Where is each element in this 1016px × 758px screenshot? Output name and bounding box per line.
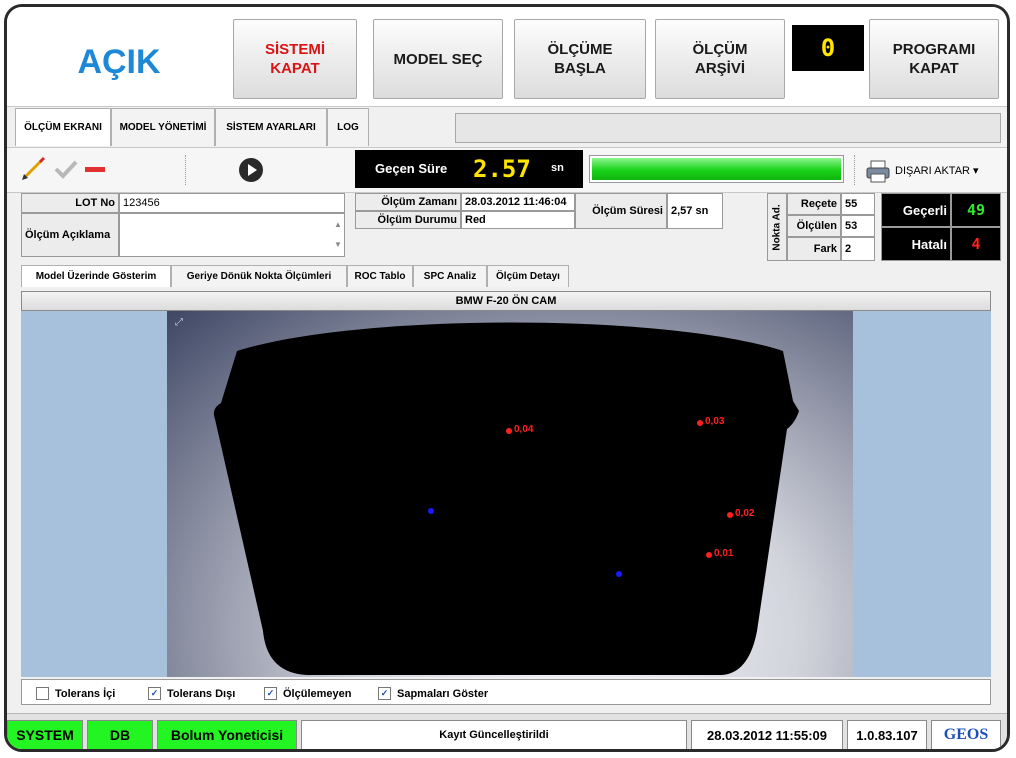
recipe-label: Reçete (787, 193, 841, 215)
printer-icon[interactable] (865, 159, 891, 183)
measure-duration-label: Ölçüm Süresi (575, 193, 667, 229)
valid-label: Geçerli (881, 193, 951, 227)
progress-bar (589, 155, 844, 183)
status-message: Kayıt Güncelleştirildi (301, 720, 687, 749)
unmeasured-point[interactable] (428, 508, 434, 514)
lot-value[interactable]: 123456 (119, 193, 345, 213)
tab-log[interactable]: LOG (327, 108, 369, 146)
description-scrollbar[interactable]: ▲ ▼ (333, 215, 343, 255)
checkbox-box[interactable]: ✓ (264, 687, 277, 700)
close-program-button[interactable]: PROGRAMI KAPAT (869, 19, 999, 99)
unmeasured-checkbox[interactable]: ✓ Ölçülemeyen (264, 687, 351, 700)
measurement-point[interactable] (506, 428, 512, 434)
measured-value: 53 (841, 215, 875, 237)
measure-time-label: Ölçüm Zamanı (355, 193, 461, 211)
counter-display: 0 (792, 25, 864, 71)
start-measure-button[interactable]: ÖLÇÜME BAŞLA (514, 19, 646, 99)
checkbox-label: Sapmaları Göster (397, 687, 489, 700)
app-window: AÇIK SİSTEMİ KAPAT MODEL SEÇ ÖLÇÜME BAŞL… (4, 4, 1010, 752)
header: AÇIK SİSTEMİ KAPAT MODEL SEÇ ÖLÇÜME BAŞL… (7, 7, 1007, 107)
archive-button[interactable]: ÖLÇÜM ARŞİVİ (655, 19, 785, 99)
tab-measurement-screen[interactable]: ÖLÇÜM EKRANI (15, 108, 111, 146)
measurement-point[interactable] (706, 552, 712, 558)
status-role: Bolum Yoneticisi (157, 720, 297, 749)
elapsed-unit: sn (551, 162, 564, 174)
minus-icon[interactable] (85, 167, 105, 172)
measure-duration-value: 2,57 sn (667, 193, 723, 229)
measurement-point-label: 0,02 (735, 508, 755, 519)
invalid-value: 4 (951, 227, 1001, 261)
toolbar-separator (185, 155, 186, 185)
main-tabs: ÖLÇÜM EKRANI MODEL YÖNETİMİ SİSTEM AYARL… (7, 108, 1007, 146)
system-state: AÇIK (77, 42, 161, 81)
measure-time-value: 28.03.2012 11:46:04 (461, 193, 575, 211)
filter-checkboxes: Tolerans İçi ✓ Tolerans Dışı ✓ Ölçülemeyen… (21, 679, 991, 705)
measurement-point-label: 0,04 (514, 424, 534, 435)
subtab-measure-detail[interactable]: Ölçüm Detayı (487, 265, 569, 287)
brand-logo: GEOS (931, 720, 1001, 749)
subtab-roc-table[interactable]: ROC Tablo (347, 265, 413, 287)
status-db: DB (87, 720, 153, 749)
checkbox-label: Tolerans İçi (55, 687, 116, 700)
measurement-point[interactable] (697, 420, 703, 426)
valid-value: 49 (951, 193, 1001, 227)
points-title: Nokta Ad. (771, 203, 783, 251)
measured-label: Ölçülen (787, 215, 841, 237)
export-button[interactable]: DIŞARI AKTAR ▾ (895, 164, 979, 177)
unmeasured-point[interactable] (616, 571, 622, 577)
check-icon[interactable] (53, 157, 79, 181)
description-label: Ölçüm Açıklama (21, 213, 119, 257)
subtab-model-view[interactable]: Model Üzerinde Gösterim (21, 265, 171, 287)
toolbar-separator (854, 155, 855, 185)
measure-status-label: Ölçüm Durumu (355, 211, 461, 229)
elapsed-time-panel: Geçen Süre 2.57 sn (355, 150, 583, 188)
tab-model-management[interactable]: MODEL YÖNETİMİ (111, 108, 215, 146)
subtab-history[interactable]: Geriye Dönük Nokta Ölçümleri (171, 265, 347, 287)
select-model-button[interactable]: MODEL SEÇ (373, 19, 503, 99)
subtab-spc-analysis[interactable]: SPC Analiz (413, 265, 487, 287)
measurement-point-label: 0,01 (714, 548, 734, 559)
measurement-point-label: 0,03 (705, 416, 725, 427)
recipe-value: 55 (841, 193, 875, 215)
progress-fill (592, 158, 841, 180)
play-icon[interactable] (238, 157, 264, 183)
checkbox-box[interactable]: ✓ (378, 687, 391, 700)
elapsed-label: Geçen Süre (375, 161, 448, 176)
status-system: SYSTEM (7, 720, 83, 749)
measurement-points: 0,04 0,03 0,02 0,01 (167, 311, 853, 677)
checkbox-label: Tolerans Dışı (167, 687, 236, 700)
status-bar: SYSTEM DB Bolum Yoneticisi Kayıt Güncell… (7, 713, 1007, 749)
elapsed-value: 2.57 (473, 155, 531, 183)
description-field[interactable] (119, 213, 345, 257)
invalid-label: Hatalı (881, 227, 951, 261)
tab-system-settings[interactable]: SİSTEM AYARLARI (215, 108, 327, 146)
lot-label: LOT No (21, 193, 119, 213)
checkbox-box[interactable] (36, 687, 49, 700)
status-datetime: 28.03.2012 11:55:09 (691, 720, 843, 749)
checkbox-label: Ölçülemeyen (283, 687, 352, 700)
measure-status-value: Red (461, 211, 575, 229)
difference-label: Fark (787, 237, 841, 261)
model-canvas[interactable]: ⤢ 0,04 0,03 0,02 0,01 (167, 311, 853, 677)
points-header: Nokta Ad. (767, 193, 787, 261)
show-deviations-checkbox[interactable]: ✓ Sapmaları Göster (378, 687, 488, 700)
checkbox-box[interactable]: ✓ (148, 687, 161, 700)
difference-value: 2 (841, 237, 875, 261)
tab-strip-filler (455, 113, 1001, 143)
model-title: BMW F-20 ÖN CAM (21, 291, 991, 311)
status-version: 1.0.83.107 (847, 720, 927, 749)
pencil-icon[interactable] (21, 157, 47, 181)
tolerance-out-checkbox[interactable]: ✓ Tolerans Dışı (148, 687, 235, 700)
shutdown-system-button[interactable]: SİSTEMİ KAPAT (233, 19, 357, 99)
tolerance-in-checkbox[interactable]: Tolerans İçi (36, 687, 115, 700)
measurement-point[interactable] (727, 512, 733, 518)
model-view: ⤢ 0,04 0,03 0,02 0,01 (21, 311, 991, 677)
